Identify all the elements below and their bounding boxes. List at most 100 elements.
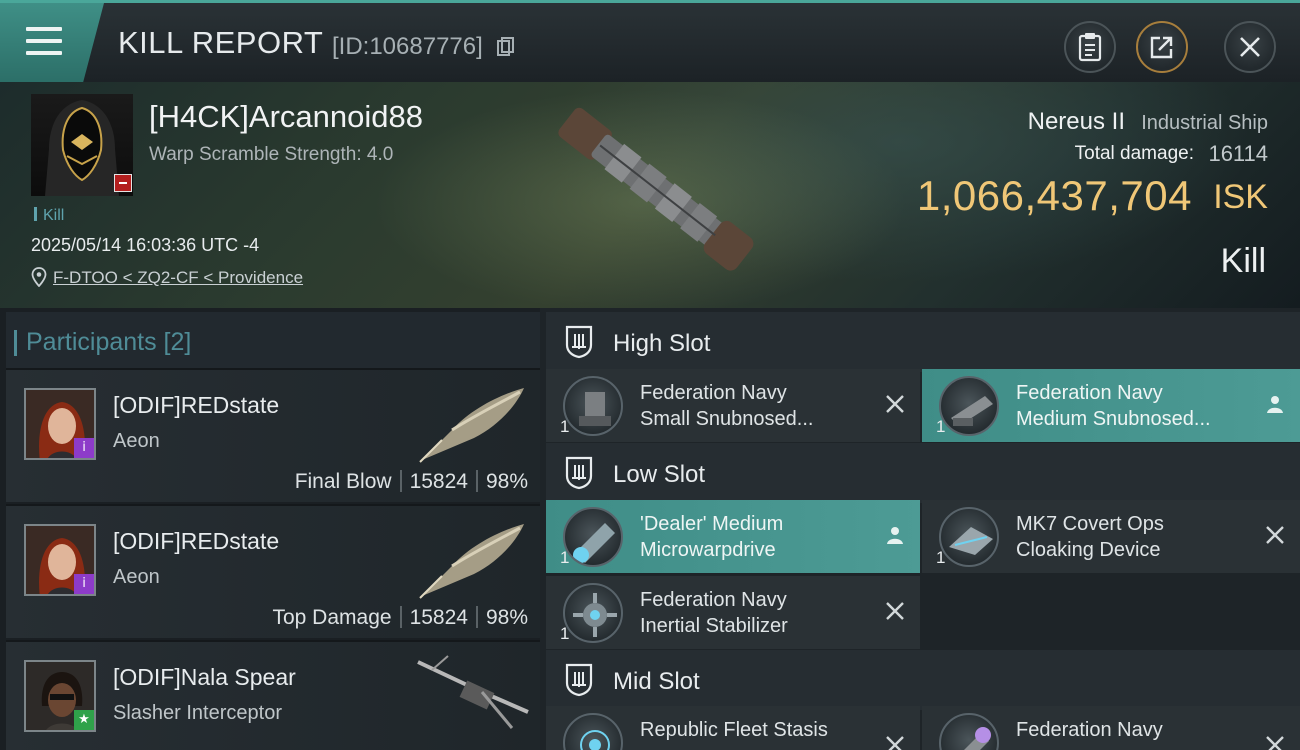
module-item[interactable]: 1 MK7 Covert Ops Cloaking Device <box>922 500 1300 573</box>
high-slot-icon <box>565 325 593 359</box>
module-name-line: Medium Snubnosed... <box>1016 408 1211 430</box>
kill-datetime: 2025/05/14 16:03:36 UTC -4 <box>31 235 260 255</box>
participant-stats: Final Blow 15824 98% <box>295 470 528 494</box>
module-name: 'Dealer' Medium Microwarpdrive <box>640 511 880 563</box>
microwarpdrive-icon <box>563 507 623 567</box>
kill-tag: Kill <box>34 207 64 225</box>
person-icon[interactable] <box>1264 393 1286 415</box>
module-item[interactable]: 1 Federation Navy Inertial Stabilizer <box>546 576 920 649</box>
participant-percent: 98% <box>485 606 528 629</box>
participants-label: Participants [2] <box>13 328 192 356</box>
report-id: [ID:10687776] <box>332 33 483 60</box>
mid-slot-icon <box>565 663 593 697</box>
page-title: KILL REPORT <box>118 25 324 60</box>
participant-role: Top Damage <box>272 606 392 629</box>
module-name-line: Cloaking Device <box>1016 539 1161 561</box>
module-item[interactable]: 1 'Dealer' Medium Microwarpdrive <box>546 500 920 573</box>
participant-ship: Aeon <box>113 430 160 452</box>
star-badge: ★ <box>74 710 94 730</box>
participant-row[interactable]: i [ODIF]REDstate Aeon Final Blow 15824 98% <box>6 368 540 502</box>
module-quantity: 1 <box>560 624 570 643</box>
menu-button[interactable] <box>0 3 104 82</box>
close-icon[interactable] <box>884 600 906 622</box>
stasis-webifier-icon <box>563 713 623 750</box>
module-quantity: 1 <box>560 417 570 436</box>
info-badge: i <box>74 574 94 594</box>
module-quantity: 1 <box>936 548 946 567</box>
close-icon[interactable] <box>884 393 906 415</box>
victim-name[interactable]: [H4CK]Arcannoid88 <box>149 99 423 135</box>
share-icon <box>1150 36 1173 59</box>
ship-name[interactable]: Nereus II <box>1028 108 1125 136</box>
close-icon[interactable] <box>1264 524 1286 546</box>
low-slot-header: Low Slot <box>546 443 1300 503</box>
participant-row[interactable]: ★ [ODIF]Nala Spear Slasher Interceptor <box>6 640 540 750</box>
participants-panel: Participants [2] i [ODIF]REDstate Aeon F… <box>0 308 540 750</box>
participant-name[interactable]: [ODIF]REDstate <box>113 392 279 419</box>
module-name-line: Federation Navy <box>640 589 787 611</box>
clipboard-button[interactable] <box>1064 21 1116 73</box>
module-name-line: MK7 Covert Ops <box>1016 513 1164 535</box>
module-item[interactable]: 1 Federation Navy Small Snubnosed... <box>546 369 920 442</box>
module-name: MK7 Covert Ops Cloaking Device <box>1016 511 1256 563</box>
participants-header: Participants [2] <box>6 312 540 372</box>
warp-scramble-strength: Warp Scramble Strength: 4.0 <box>149 144 394 165</box>
mid-module-icon <box>939 713 999 750</box>
cloaking-device-icon <box>939 507 999 567</box>
module-item[interactable]: 1 Federation Navy Medium Snubnosed... <box>922 369 1300 442</box>
participant-name[interactable]: [ODIF]Nala Spear <box>113 664 296 691</box>
module-quantity: 1 <box>560 548 570 567</box>
inertial-stabilizer-icon <box>563 583 623 643</box>
fitting-panel: High Slot 1 Federation Navy Small Snubno… <box>540 308 1300 750</box>
participant-row[interactable]: i [ODIF]REDstate Aeon Top Damage 15824 98% <box>6 504 540 638</box>
module-name-line: Republic Fleet Stasis <box>640 719 828 741</box>
module-name-line: Microwarpdrive <box>640 539 776 561</box>
module-item[interactable]: Federation Navy <box>922 706 1300 750</box>
participant-role: Final Blow <box>294 470 392 493</box>
total-damage-value: 16114 <box>1208 141 1268 166</box>
mid-slot-label: Mid Slot <box>613 668 700 695</box>
share-button[interactable] <box>1136 21 1188 73</box>
victim-ship-image[interactable] <box>520 82 790 308</box>
copy-icon[interactable] <box>497 37 515 57</box>
aeon-ship-image <box>419 388 524 463</box>
high-slot-label: High Slot <box>613 330 711 357</box>
module-quantity: 1 <box>936 417 946 436</box>
participant-damage: 15824 <box>409 470 468 493</box>
close-icon[interactable] <box>884 734 906 750</box>
participant-ship: Aeon <box>113 566 160 588</box>
participant-damage: 15824 <box>409 606 468 629</box>
module-item[interactable]: Republic Fleet Stasis <box>546 706 920 750</box>
slasher-ship-image <box>417 655 529 729</box>
module-name-line: Federation Navy <box>1016 719 1163 741</box>
module-name: Republic Fleet Stasis <box>640 717 880 743</box>
module-name: Federation Navy Small Snubnosed... <box>640 380 880 432</box>
low-slot-icon <box>565 456 593 490</box>
participant-ship: Slasher Interceptor <box>113 702 282 724</box>
module-name-line: 'Dealer' Medium <box>640 513 784 535</box>
close-icon[interactable] <box>1264 734 1286 750</box>
close-button[interactable] <box>1224 21 1276 73</box>
isk-value: 1,066,437,704 <box>916 172 1192 219</box>
snubnosed-launcher-icon <box>563 376 623 436</box>
mid-slot-header: Mid Slot <box>546 650 1300 710</box>
module-name: Federation Navy Inertial Stabilizer <box>640 587 880 639</box>
hamburger-icon <box>26 27 62 63</box>
module-name-line: Federation Navy <box>1016 382 1163 404</box>
location-link[interactable]: F-DTOO < ZQ2-CF < Providence <box>53 268 303 288</box>
total-damage-label: Total damage: <box>1074 143 1194 164</box>
isk-unit: ISK <box>1213 178 1268 216</box>
low-slot-label: Low Slot <box>613 461 706 488</box>
ship-class: Industrial Ship <box>1141 112 1268 134</box>
high-slot-header: High Slot <box>546 312 1300 372</box>
kill-summary: [H4CK]Arcannoid88 Warp Scramble Strength… <box>0 82 1300 308</box>
loss-badge <box>114 174 132 192</box>
snubnosed-launcher-icon <box>939 376 999 436</box>
participant-stats: Top Damage 15824 98% <box>272 606 528 630</box>
person-icon[interactable] <box>884 524 906 546</box>
info-badge: i <box>74 438 94 458</box>
clipboard-icon <box>1078 33 1102 62</box>
close-icon <box>1240 37 1260 57</box>
participant-percent: 98% <box>485 470 528 493</box>
participant-name[interactable]: [ODIF]REDstate <box>113 528 279 555</box>
